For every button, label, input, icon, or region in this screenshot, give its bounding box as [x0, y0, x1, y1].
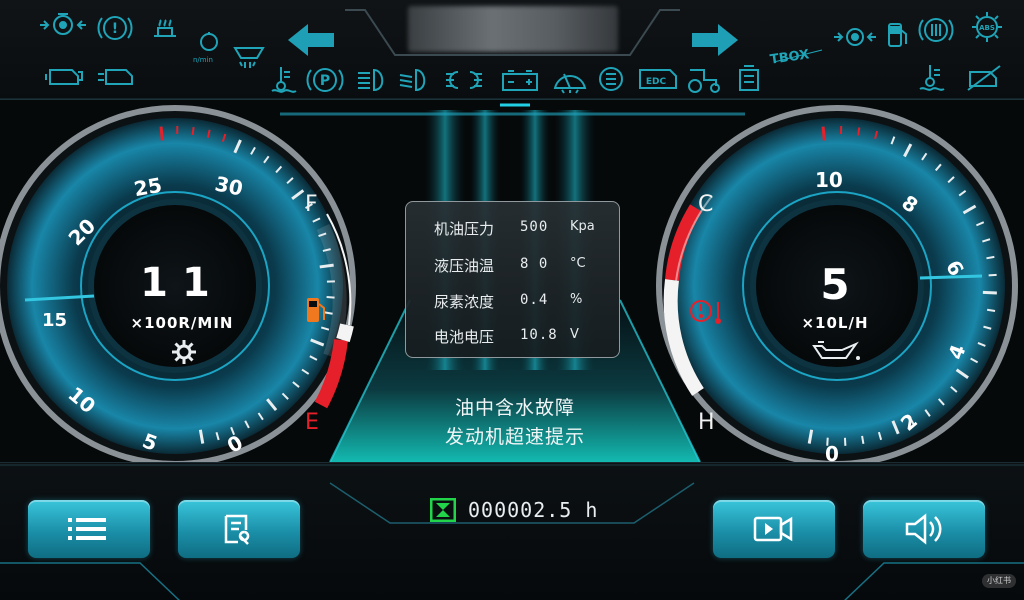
battery-voltage-row: 电池电压 10.8 V — [406, 324, 621, 348]
param-value: 500 — [520, 219, 549, 235]
param-value: 0.4 — [520, 292, 549, 308]
param-value: 10.8 — [520, 327, 558, 343]
param-unit: Kpa — [570, 219, 595, 234]
rpm-unit: ×100R/MIN — [130, 314, 234, 332]
warning-lamp-bar: ! n/min ABS P EDC TBOX — [0, 0, 1024, 100]
fuel-empty-label: E — [305, 410, 319, 435]
param-label: 液压油温 — [434, 257, 495, 275]
fuel-tick-0: 0 — [825, 442, 839, 462]
oil-temperature-warning-icon — [690, 300, 721, 324]
dashboard-stage: 25 30 20 15 10 5 0 F E 11 ×100R/MIN 10 8… — [0, 100, 1024, 462]
dial-tick — [191, 126, 195, 136]
fuel-rate-value: 5 — [820, 260, 850, 309]
dial-tick — [982, 290, 997, 295]
diagnostics-button[interactable] — [178, 500, 300, 558]
engine-hours-value: 000002.5 h — [468, 498, 599, 522]
urea-concentration-row: 尿素浓度 0.4 % — [406, 289, 621, 313]
temp-cold-label: C — [698, 192, 714, 217]
diagnostics-icon — [224, 514, 250, 545]
speaker-icon — [905, 513, 942, 545]
engine-parameter-panel: 机油压力 500 Kpa 液压油温 8 0 °C 尿素浓度 0.4 % 电池电压… — [405, 201, 620, 358]
param-label: 电池电压 — [434, 328, 495, 346]
param-unit: % — [570, 292, 583, 307]
fuel-rate-unit: ×10L/H — [801, 314, 869, 332]
fuel-pump-icon — [307, 298, 325, 322]
dial-tick — [159, 126, 164, 141]
dial-tick — [861, 435, 865, 444]
top-frame-lines — [0, 9, 1024, 100]
hydraulic-oil-temp-row: 液压油温 8 0 °C — [406, 253, 621, 277]
hour-meter-icon — [430, 498, 456, 522]
fuel-full-label: F — [305, 192, 318, 217]
dial-tick — [988, 273, 997, 277]
temp-hot-label: H — [698, 410, 715, 435]
menu-button[interactable] — [28, 500, 150, 558]
watermark: 小红书 — [982, 574, 1016, 588]
oil-pressure-row: 机油压力 500 Kpa — [406, 216, 621, 240]
param-unit: °C — [570, 256, 586, 271]
menu-list-icon — [68, 518, 106, 540]
param-label: 机油压力 — [434, 220, 495, 238]
dial-tick — [857, 127, 861, 136]
dial-tick — [821, 126, 826, 141]
rpm-value: 11 — [140, 260, 224, 306]
engine-gear-icon — [172, 340, 196, 364]
alarm-engine-overspeed: 发动机超速提示 — [444, 426, 585, 448]
video-camera-icon — [753, 516, 793, 542]
engine-hours: 000002.5 h — [430, 498, 598, 522]
fuel-tick-10: 10 — [815, 168, 843, 192]
oil-can-icon — [812, 341, 860, 360]
param-unit: V — [570, 327, 579, 342]
param-value: 8 0 — [520, 256, 549, 272]
camera-button[interactable] — [713, 500, 835, 558]
alarm-water-in-fuel: 油中含水故障 — [454, 397, 575, 419]
volume-button[interactable] — [863, 500, 985, 558]
rpm-tick-25: 25 — [132, 172, 164, 202]
param-label: 尿素浓度 — [434, 293, 495, 311]
rpm-tick-15: 15 — [42, 310, 68, 331]
dial-tick — [986, 308, 996, 313]
